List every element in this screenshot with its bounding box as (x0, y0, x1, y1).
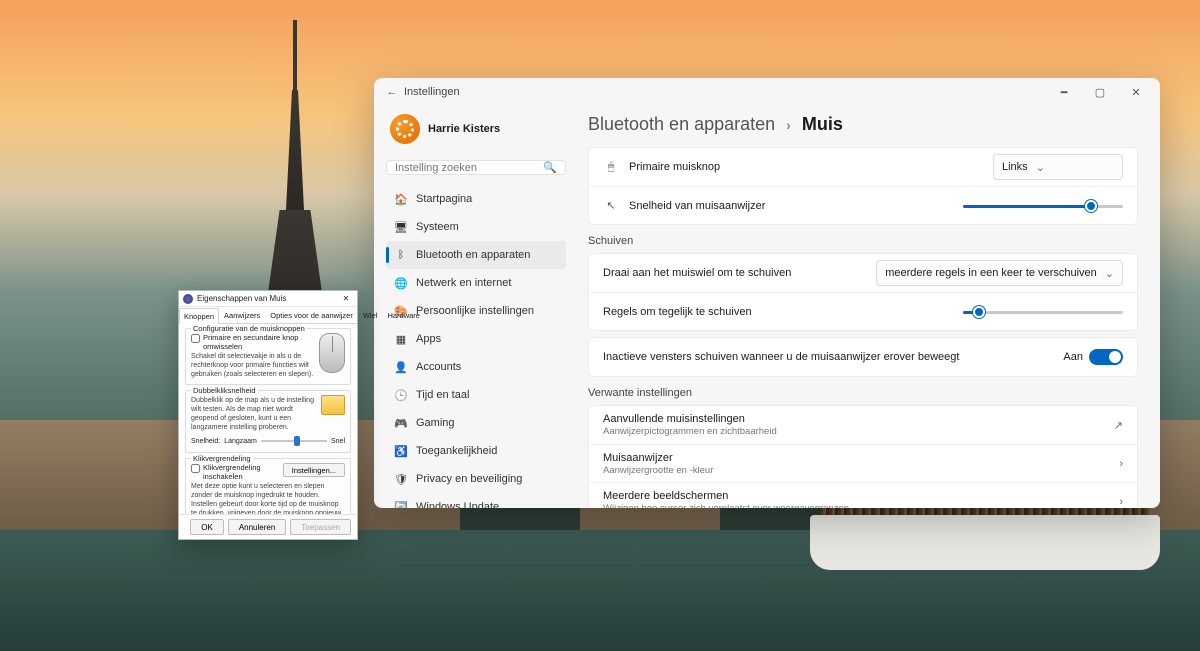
breadcrumb: Bluetooth en apparaten › Muis (588, 114, 1138, 135)
tab-0[interactable]: Knoppen (179, 308, 219, 324)
ok-button[interactable]: OK (190, 519, 224, 535)
sidebar-item-1[interactable]: 🖥Systeem (386, 213, 566, 241)
search-icon: 🔍 (543, 161, 557, 174)
clicklock-settings-button[interactable]: Instellingen... (283, 463, 345, 477)
primary-button-dropdown[interactable]: Links ⌄ (993, 154, 1123, 180)
wheel-scroll-row: Draai aan het muiswiel om te schuiven me… (589, 254, 1137, 292)
chevron-down-icon: ⌄ (1036, 161, 1045, 174)
mouse-illustration (319, 333, 345, 373)
lines-scroll-slider[interactable] (963, 304, 1123, 320)
profile-name: Harrie Kisters (428, 123, 500, 135)
search-input[interactable] (395, 162, 543, 174)
sidebar-item-2[interactable]: ᛒBluetooth en apparaten (386, 241, 566, 269)
related-link-0[interactable]: Aanvullende muisinstellingenAanwijzerpic… (589, 406, 1137, 444)
content: Bluetooth en apparaten › Muis 🖱 Primaire… (574, 106, 1160, 508)
tab-3[interactable]: Wiel (358, 307, 383, 323)
button-config-group: Configuratie van de muisknoppen Primaire… (185, 328, 351, 385)
nav-icon: 🏠 (394, 192, 408, 206)
folder-illustration (321, 395, 345, 415)
sidebar-item-6[interactable]: 👤Accounts (386, 353, 566, 381)
app-title: Instellingen (404, 86, 460, 98)
nav-icon: 👤 (394, 360, 408, 374)
minimize-button[interactable]: ━ (1046, 80, 1082, 104)
related-header: Verwante instellingen (588, 387, 1138, 399)
clicklock-checkbox[interactable]: Klikvergrendeling inschakelen (191, 463, 283, 481)
sidebar-item-5[interactable]: ▦Apps (386, 325, 566, 353)
nav-icon: 🎮 (394, 416, 408, 430)
back-button[interactable]: ← (380, 86, 404, 98)
scrolling-header: Schuiven (588, 235, 1138, 247)
inactive-scroll-toggle[interactable]: Aan (1063, 349, 1123, 365)
link-trail-icon: ↗ (1114, 419, 1123, 432)
breadcrumb-current: Muis (802, 114, 843, 134)
double-click-slider[interactable]: Snelheid: Langzaam Snel (191, 435, 345, 447)
nav-icon: 🖥 (394, 220, 408, 234)
sidebar-item-0[interactable]: 🏠Startpagina (386, 185, 566, 213)
dialog-titlebar: Eigenschappen van Muis ✕ (179, 291, 357, 307)
sidebar-item-8[interactable]: 🎮Gaming (386, 409, 566, 437)
dialog-buttons: OK Annuleren Toepassen (179, 514, 357, 539)
nav-icon: 🛡 (394, 472, 408, 486)
apply-button[interactable]: Toepassen (290, 519, 351, 535)
inactive-scroll-row: Inactieve vensters schuiven wanneer u de… (589, 338, 1137, 376)
nav-icon: 🌐 (394, 276, 408, 290)
nav-icon: 🕒 (394, 388, 408, 402)
mouse-properties-dialog: Eigenschappen van Muis ✕ KnoppenAanwijze… (178, 290, 358, 540)
tabs: KnoppenAanwijzersOpties voor de aanwijze… (179, 307, 357, 324)
swap-buttons-checkbox[interactable]: Primaire en secundaire knop omwisselen (191, 333, 315, 351)
nav-icon: ᛒ (394, 248, 408, 262)
breadcrumb-parent[interactable]: Bluetooth en apparaten (588, 114, 775, 134)
pointer-speed-slider[interactable] (963, 198, 1123, 214)
link-trail-icon: › (1119, 458, 1123, 470)
sidebar-item-10[interactable]: 🛡Privacy en beveiliging (386, 465, 566, 493)
related-link-2[interactable]: Meerdere beeldschermenWijzigen hoe curso… (589, 482, 1137, 508)
lines-scroll-row: Regels om tegelijk te schuiven (589, 292, 1137, 330)
tab-2[interactable]: Opties voor de aanwijzer (265, 307, 358, 323)
mouse-icon: 🖱 (603, 161, 619, 174)
avatar (390, 114, 420, 144)
primary-button-row: 🖱 Primaire muisknop Links ⌄ (589, 148, 1137, 186)
mouse-icon (183, 294, 193, 304)
double-click-group: Dubbelkliksnelheid Dubbelklik op de map … (185, 390, 351, 453)
cancel-button[interactable]: Annuleren (228, 519, 286, 535)
settings-window: ← Instellingen ━ ▢ ✕ Harrie Kisters 🔍 🏠S… (374, 78, 1160, 508)
sidebar-item-11[interactable]: 🔄Windows Update (386, 493, 566, 508)
dialog-title: Eigenschappen van Muis (197, 294, 339, 303)
titlebar: ← Instellingen ━ ▢ ✕ (374, 78, 1160, 106)
close-icon[interactable]: ✕ (339, 294, 353, 303)
cursor-icon: ↖ (603, 199, 619, 212)
nav-icon: ♿ (394, 444, 408, 458)
sidebar-item-7[interactable]: 🕒Tijd en taal (386, 381, 566, 409)
click-lock-group: Klikvergrendeling Instellingen... Klikve… (185, 458, 351, 514)
tab-4[interactable]: Hardware (382, 307, 425, 323)
nav-icon: 🔄 (394, 500, 408, 508)
link-trail-icon: › (1119, 496, 1123, 508)
wheel-scroll-dropdown[interactable]: meerdere regels in een keer te verschuiv… (876, 260, 1123, 286)
nav-icon: ▦ (394, 332, 408, 346)
maximize-button[interactable]: ▢ (1082, 80, 1118, 104)
related-link-1[interactable]: MuisaanwijzerAanwijzergrootte en -kleur› (589, 444, 1137, 482)
sidebar-item-3[interactable]: 🌐Netwerk en internet (386, 269, 566, 297)
pointer-speed-row: ↖ Snelheid van muisaanwijzer (589, 186, 1137, 224)
chevron-right-icon: › (786, 117, 791, 133)
tab-1[interactable]: Aanwijzers (219, 307, 265, 323)
close-button[interactable]: ✕ (1118, 80, 1154, 104)
sidebar-item-9[interactable]: ♿Toegankelijkheid (386, 437, 566, 465)
chevron-down-icon: ⌄ (1105, 267, 1114, 280)
search-box[interactable]: 🔍 (386, 160, 566, 175)
profile[interactable]: Harrie Kisters (386, 110, 566, 154)
